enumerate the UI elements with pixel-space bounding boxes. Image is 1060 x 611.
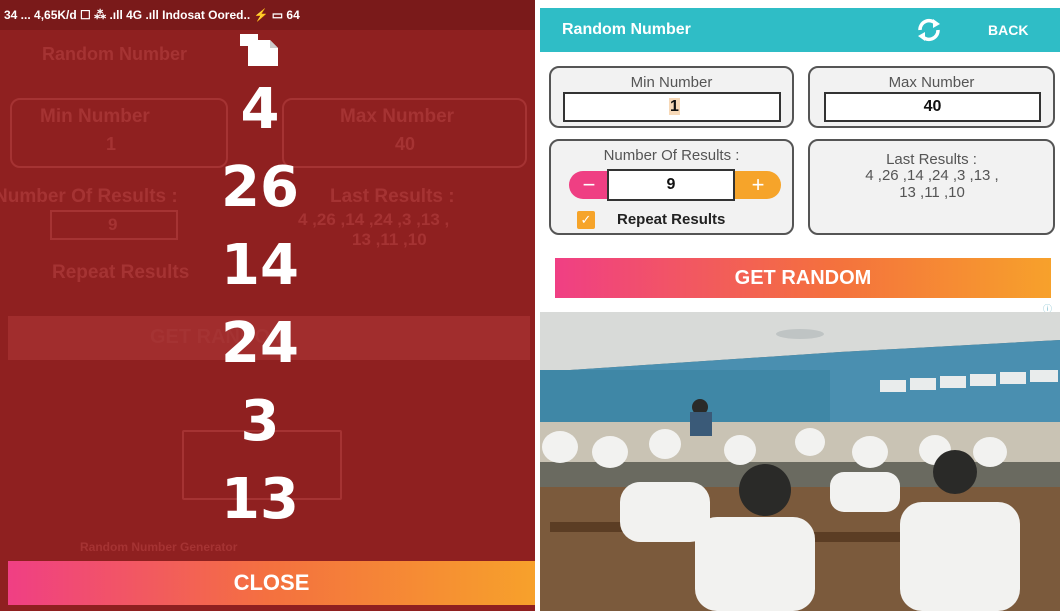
- number-of-results-label: Number Of Results :: [603, 147, 740, 164]
- result-number: 13: [221, 467, 299, 532]
- main-app-screen: Random Number BACK Min Number 1 Max Numb…: [540, 8, 1060, 611]
- max-number-card: Max Number 40: [808, 66, 1055, 128]
- repeat-results-label[interactable]: Repeat Results: [617, 211, 725, 228]
- background-min-label: Min Number: [40, 106, 150, 127]
- number-of-results-card: Number Of Results : − 9 + ✓ Repeat Resul…: [549, 139, 794, 235]
- app-title: Random Number: [562, 21, 691, 38]
- result-number: 24: [221, 311, 299, 376]
- app-bar: Random Number BACK: [540, 8, 1060, 52]
- max-number-label: Max Number: [888, 74, 975, 91]
- last-results-line: 13 ,11 ,10: [899, 184, 965, 201]
- min-number-card: Min Number 1: [549, 66, 794, 128]
- close-button[interactable]: CLOSE: [8, 561, 535, 605]
- results-dialog-screen: 34 ... 4,65K/d ☐ ⁂ .ıll 4G .ıll Indosat …: [0, 0, 535, 611]
- result-number: 14: [221, 233, 299, 298]
- min-number-label: Min Number: [630, 74, 713, 91]
- increment-button[interactable]: +: [735, 171, 781, 199]
- background-max-value: 40: [395, 134, 416, 154]
- last-results-line: 4 ,26 ,14 ,24 ,3 ,13 ,: [865, 167, 999, 184]
- result-number: 4: [240, 77, 280, 142]
- ad-choices-icon[interactable]: ⓘ: [1043, 302, 1055, 314]
- status-bar: 34 ... 4,65K/d ☐ ⁂ .ıll 4G .ıll Indosat …: [0, 0, 535, 30]
- number-of-results-input[interactable]: 9: [607, 169, 735, 201]
- last-results-card: Last Results : 4 ,26 ,14 ,24 ,3 ,13 , 13…: [808, 139, 1055, 235]
- background-min-value: 1: [106, 134, 117, 154]
- repeat-results-checkbox[interactable]: ✓: [577, 211, 595, 229]
- result-number: 3: [240, 389, 280, 454]
- background-app-title: Random Number: [42, 44, 188, 64]
- background-last-line2: 13 ,11 ,10: [352, 230, 427, 249]
- get-random-button[interactable]: GET RANDOM: [555, 258, 1051, 298]
- refresh-icon[interactable]: [914, 16, 944, 44]
- min-number-input[interactable]: 1: [563, 92, 781, 122]
- max-number-input[interactable]: 40: [824, 92, 1041, 122]
- last-results-list: 4 ,26 ,14 ,24 ,3 ,13 , 13 ,11 ,10: [820, 167, 1044, 201]
- background-footer: Random Number Generator: [80, 540, 238, 554]
- decrement-button[interactable]: −: [569, 171, 609, 199]
- back-button[interactable]: BACK: [988, 8, 1028, 52]
- copy-icon[interactable]: [236, 32, 286, 66]
- background-count-value: 9: [108, 215, 118, 234]
- result-number: 26: [221, 155, 299, 220]
- background-count-label: Number Of Results :: [0, 186, 178, 207]
- classroom-photo[interactable]: [540, 312, 1060, 611]
- last-results-label: Last Results :: [886, 151, 977, 168]
- min-number-value: 1: [669, 98, 680, 115]
